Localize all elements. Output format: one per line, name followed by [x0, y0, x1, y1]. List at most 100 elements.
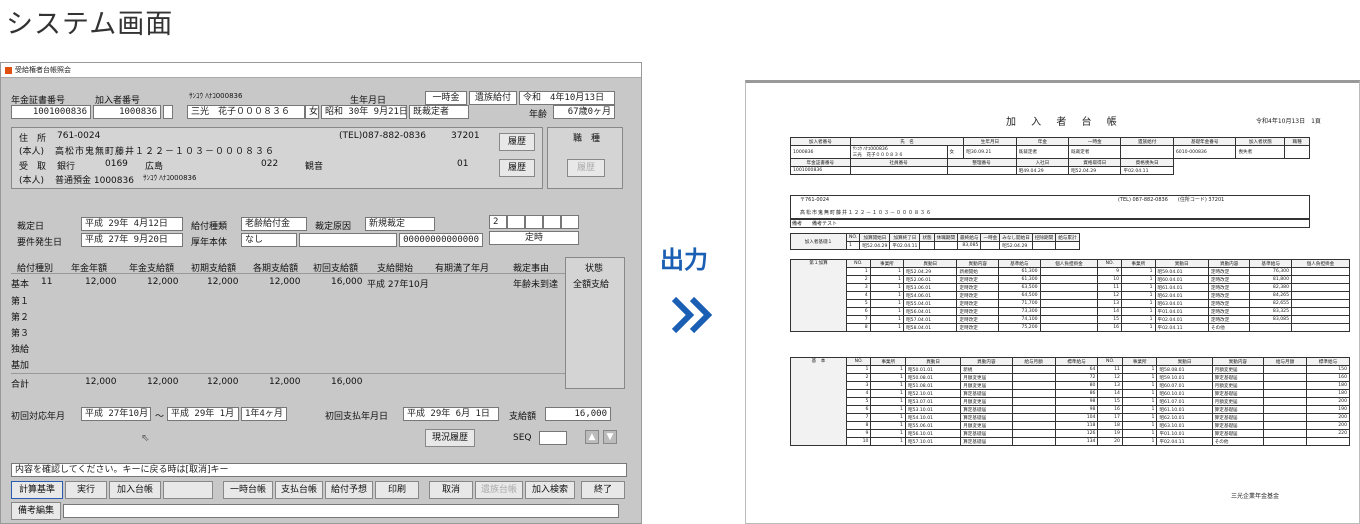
job-history-button[interactable]: 履歴	[567, 159, 605, 177]
doc-kihon-cell	[1011, 413, 1056, 422]
doc-kihon-cell: 6	[845, 405, 872, 414]
note-edit-button[interactable]: 備考編集	[11, 502, 61, 520]
doc-kasan-cell: 定時改定	[1207, 291, 1251, 300]
doc-note-value: 備考テスト	[812, 221, 838, 227]
doc-kihon-cell: 昭54.10.01	[904, 413, 962, 422]
member-no-field[interactable]: 1000836	[93, 105, 161, 119]
doc-kihon-cell	[1263, 397, 1307, 406]
table-row: 7 1 昭57.04.01 定時改定 74,100 15 1 平02.04.01 定時改定 83,…	[791, 315, 1350, 324]
doc-kasan-cell	[1039, 315, 1099, 324]
doc-kasan-cell: 4	[846, 291, 871, 300]
cancel-button[interactable]: 取消	[429, 481, 473, 499]
doc-col-basic-no: 基礎年金番号	[1172, 137, 1237, 146]
doc-kihon-cell	[1263, 373, 1307, 382]
code-field: 00000000000000	[399, 233, 483, 247]
table-row: 7 1 昭54.10.01 算定基礎届 104 17 1 昭62.10.01 算定基礎届 200	[791, 413, 1351, 422]
doc-kihon-cell: 昭51.08.01	[904, 381, 962, 390]
member-ledger-button[interactable]: 加入台帳	[109, 481, 161, 499]
lumpsum-ledger-button[interactable]: 一時台帳	[223, 481, 273, 499]
doc-kihon-cell: 昭53.07.01	[904, 397, 962, 406]
doc-kihon-cell: 1	[1121, 381, 1158, 390]
seq-field[interactable]	[539, 431, 567, 445]
doc-kasan-cell	[1039, 307, 1099, 316]
arrow-up-icon[interactable]: ▲	[585, 430, 599, 444]
doc-kasan-cell	[1291, 323, 1350, 332]
doc-kasan-cell: 昭59.04.01	[1154, 267, 1209, 276]
doc-kasan-cell: 1	[1121, 299, 1156, 308]
doc-col-join: 入社日	[1015, 158, 1070, 167]
member-search-button[interactable]: 加入検索	[525, 481, 575, 499]
doc-kasan-cell: 1	[869, 307, 905, 316]
doc-kasan-cell: 81,800	[1249, 275, 1292, 284]
doc-name-kana: ｻﾝｺｳ ﾊﾅｺ000836	[852, 147, 888, 152]
blank-button[interactable]	[163, 481, 213, 499]
doc-col-emp: 社員番号	[849, 158, 948, 167]
seq-label: SEQ	[513, 433, 532, 443]
pay-amount-field: 16,000	[545, 407, 611, 421]
bank-code: 0169	[105, 159, 128, 169]
age-label: 年齢	[529, 110, 548, 120]
header-rule	[11, 273, 565, 274]
calc-base-button[interactable]: 計算基準	[11, 481, 63, 499]
branch-name: 観音	[305, 162, 324, 172]
doc-kihon-cell	[1305, 437, 1351, 446]
doc-kihon-cell: 72	[1054, 373, 1099, 382]
doc-address: 高松市鬼無町藤井１２２－１０３－０００８３６	[800, 210, 933, 216]
doc-kihon-cell	[1263, 437, 1307, 446]
doc-col-survivor: 遺族給付	[1120, 137, 1174, 146]
execute-button[interactable]: 実行	[65, 481, 107, 499]
seq-box-5	[561, 215, 579, 229]
benefit-forecast-button[interactable]: 給付予想	[325, 481, 373, 499]
kounen-field: なし	[241, 233, 297, 247]
row-reason: 年齢未到達	[513, 280, 559, 290]
row-pay: 12,000	[147, 277, 179, 287]
doc-kv8	[1031, 241, 1057, 250]
doc-acq-date: 昭52.04.29	[1068, 166, 1122, 175]
doc-ref-no	[946, 166, 1017, 175]
table-row: 10 1 昭57.10.01 算定基礎届 134 20 1 平02.04.11 その他	[791, 437, 1351, 446]
doc-kasan-cell: 83,085	[1249, 315, 1292, 324]
table-row: 5 1 昭53.07.01 月額変更届 98 15 1 昭61.07.01 月額変更届 200	[791, 397, 1351, 406]
doc-kihon-cell	[1263, 421, 1307, 430]
cert-no-field[interactable]: 1001000836	[11, 105, 91, 119]
doc-kihon-cell: 1	[870, 365, 906, 374]
status-history-button[interactable]: 現況履歴	[425, 429, 475, 447]
doc-kasan-cell: 定時改定	[1207, 315, 1251, 324]
note-field[interactable]	[63, 504, 619, 518]
doc-kc6: 一時金	[980, 233, 1001, 242]
doc-kihon-cell: 1	[870, 437, 906, 446]
payment-ledger-button[interactable]: 支払台帳	[275, 481, 323, 499]
bank-history-button[interactable]: 履歴	[499, 159, 535, 177]
doc-col-state: 加入者状態	[1235, 137, 1286, 146]
doc-kasan-table: 第１加算 NO. 事業所 異動日 異動内容 基準給与 個人負担掛金 NO. 事業所 異動日 異動内容…	[790, 259, 1350, 332]
bank-name: 広島	[145, 162, 164, 172]
addr-history-button[interactable]: 履歴	[499, 133, 535, 151]
first-pay-label: 初回支払年月日	[325, 412, 389, 422]
doc-kihon-cell: 80	[1054, 381, 1099, 390]
doc-header-table: 加入者番号氏 名生年月日 年金 一時金 遺族給付 基礎年金番号 加入者状態 職種 10008…	[790, 137, 1310, 175]
print-button[interactable]: 印刷	[375, 481, 419, 499]
doc-kihon-cell: 月額変更届	[960, 381, 1013, 390]
doc-kasan-cell: 1	[869, 283, 905, 292]
date-field: 令和 4年10月13日	[519, 91, 615, 105]
member-sub-field[interactable]	[163, 105, 173, 119]
table-row: 8 1 昭58.04.01 定時改定 75,200 16 1 平02.04.11 その他	[791, 323, 1350, 332]
doc-kihon-cell	[1263, 389, 1307, 398]
birth-field: 昭和 30年 9月21日	[321, 105, 407, 119]
doc-kihon-col: 異動内容	[1211, 357, 1265, 366]
arrow-down-icon[interactable]: ▼	[603, 430, 617, 444]
doc-kasan-cell: 84,265	[1249, 291, 1292, 300]
doc-kihon-col: NO.	[1097, 357, 1123, 366]
survivor-ledger-button[interactable]: 遺族台帳	[475, 481, 523, 499]
doc-kihon-cell: 1	[1121, 413, 1158, 422]
doc-col-birth: 生年月日	[963, 137, 1017, 146]
zip-text: 761-0024	[57, 131, 101, 141]
doc-kc8: 控除期間	[1031, 233, 1057, 242]
doc-kc3: 状態	[919, 233, 935, 242]
addr-label: 住 所	[19, 134, 47, 144]
doc-kihon-cell: 1	[1121, 437, 1158, 446]
doc-sex: 女	[946, 145, 965, 159]
addr-code: 37201	[451, 131, 480, 141]
exit-button[interactable]: 終了	[581, 481, 625, 499]
doc-kasan-cell: 定時改定	[956, 283, 1000, 292]
